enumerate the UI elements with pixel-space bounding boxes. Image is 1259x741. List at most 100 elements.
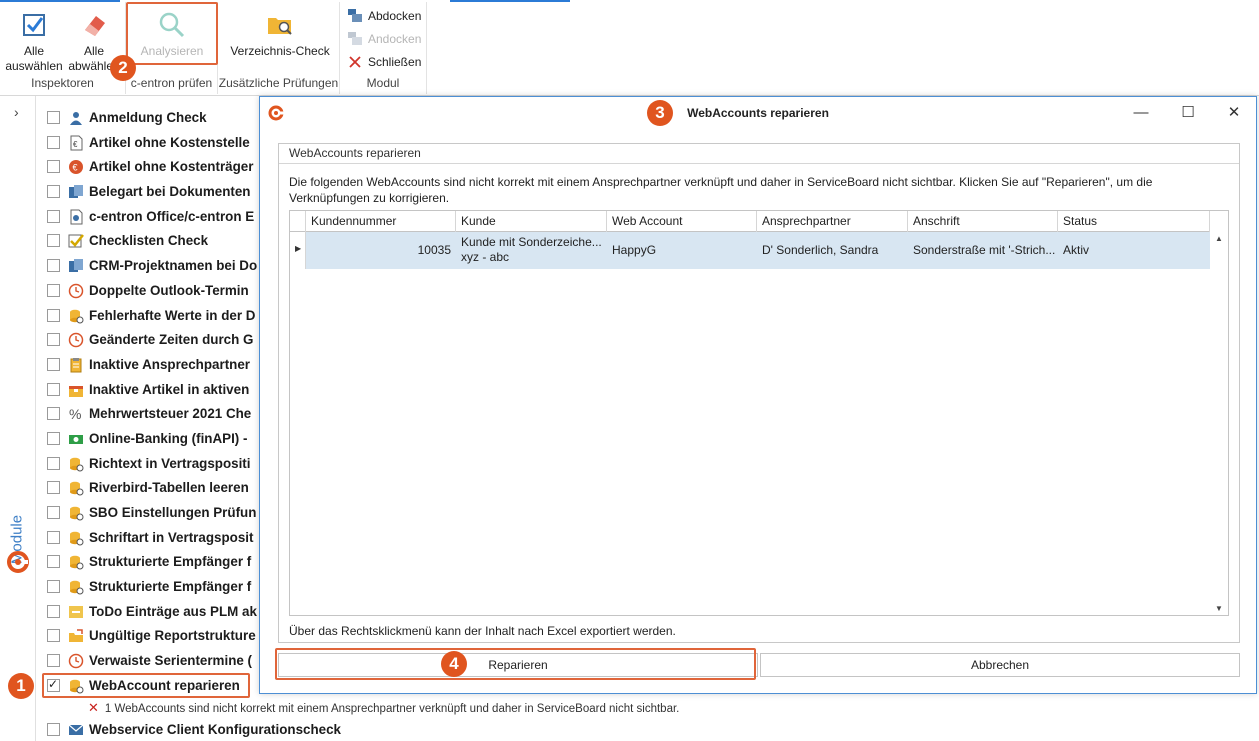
column-header-kunde[interactable]: Kunde [456, 211, 607, 232]
column-header-status[interactable]: Status [1058, 211, 1210, 232]
inspector-checkbox[interactable] [47, 629, 60, 643]
inspector-list: Anmeldung Check € Artikel ohne Kostenstell… [42, 106, 262, 699]
maximize-button[interactable]: ☐ [1178, 103, 1198, 123]
inspector-checkbox[interactable] [47, 283, 60, 297]
note-icon [69, 605, 83, 618]
dialog-title: WebAccounts reparieren [687, 106, 829, 120]
table-row[interactable]: ▶ 10035 Kunde mit Sonderzeiche... xyz - … [290, 232, 1210, 269]
inspector-item[interactable]: Webservice Client Konfigurationscheck [42, 718, 442, 741]
inspector-checkbox[interactable] [47, 333, 60, 347]
inspector-item[interactable]: € Artikel ohne Kostenstelle [42, 131, 262, 156]
repair-button[interactable]: Reparieren [278, 653, 758, 677]
ribbon-tab-indicator [450, 0, 570, 2]
grid-scrollbar[interactable]: ▲ ▼ [1210, 232, 1228, 615]
inspector-label: Schriftart in Vertragsposit [89, 529, 254, 545]
inspector-item[interactable]: Richtext in Vertragspositi [42, 452, 262, 477]
inspector-item[interactable]: c-entron Office/c-entron E [42, 205, 262, 230]
close-module-button[interactable]: Schließen [348, 52, 421, 72]
inspector-item[interactable]: € Artikel ohne Kostenträger [42, 155, 262, 180]
select-all-button[interactable]: Alle auswählen [4, 6, 64, 74]
webaccounts-grid[interactable]: Kundennummer Kunde Web Account Ansprechp… [289, 210, 1229, 616]
cell-status[interactable]: Aktiv [1058, 232, 1210, 269]
scroll-up-icon[interactable]: ▲ [1215, 234, 1223, 243]
inspector-checkbox[interactable] [47, 357, 60, 371]
directory-check-button[interactable]: Verzeichnis-Check [224, 6, 336, 59]
chevron-right-icon[interactable]: › [14, 104, 19, 120]
inspector-item[interactable]: WebAccount reparieren [42, 674, 262, 699]
dialog-titlebar[interactable]: WebAccounts reparieren — ☐ ✕ [260, 97, 1256, 129]
cell-kundennummer[interactable]: 10035 [306, 232, 456, 269]
ribbon-group-centron: Analysieren c-entron prüfen [126, 2, 218, 94]
inspector-item[interactable]: Doppelte Outlook-Termin [42, 279, 262, 304]
inspector-checkbox[interactable] [47, 135, 60, 149]
inspector-item[interactable]: Verwaiste Serientermine ( [42, 649, 262, 674]
inspector-item[interactable]: Online-Banking (finAPI) - [42, 427, 262, 452]
inspector-item[interactable]: Schriftart in Vertragsposit [42, 526, 262, 551]
inspector-checkbox[interactable] [47, 111, 60, 124]
minimize-button[interactable]: — [1131, 103, 1151, 123]
inspector-checkbox[interactable] [47, 530, 60, 544]
inspector-checkbox[interactable] [47, 382, 60, 396]
inspector-item[interactable]: Riverbird-Tabellen leeren [42, 476, 262, 501]
export-hint: Über das Rechtsklickmenü kann der Inhalt… [289, 624, 676, 638]
inspector-item[interactable]: Inaktive Artikel in aktiven [42, 378, 262, 403]
inspector-label: Richtext in Vertragspositi [89, 455, 251, 471]
cancel-button[interactable]: Abbrechen [760, 653, 1240, 677]
inspector-checkbox[interactable] [47, 654, 60, 668]
undock-button[interactable]: Abdocken [348, 6, 421, 26]
inspector-item[interactable]: CRM-Projektnamen bei Do [42, 254, 262, 279]
inspector-checkbox[interactable] [47, 209, 60, 223]
inspector-checkbox[interactable] [47, 234, 60, 248]
cell-anschrift[interactable]: Sonderstraße mit '-Strich... [908, 232, 1058, 269]
module-sidebar[interactable]: › Module [0, 96, 36, 741]
inspector-item[interactable]: Checklisten Check [42, 229, 262, 254]
inspector-checkbox[interactable] [47, 185, 60, 199]
column-header-ansprechpartner[interactable]: Ansprechpartner [757, 211, 908, 232]
row-selector[interactable]: ▶ [290, 232, 306, 269]
inspector-checkbox[interactable] [47, 160, 60, 174]
grid-header: Kundennummer Kunde Web Account Ansprechp… [290, 211, 1210, 232]
inspector-checkbox[interactable] [47, 555, 60, 569]
database-icon [70, 556, 84, 570]
analyze-button[interactable]: Analysieren [130, 6, 214, 59]
inspector-item[interactable]: Geänderte Zeiten durch G [42, 328, 262, 353]
inspector-item[interactable]: % Mehrwertsteuer 2021 Che [42, 402, 262, 427]
magnifier-icon [159, 12, 185, 38]
inspector-item[interactable]: Anmeldung Check [42, 106, 262, 131]
inspector-checkbox[interactable] [47, 723, 60, 736]
inspector-label: Webservice Client Konfigurationscheck [89, 722, 342, 737]
inspector-checkbox[interactable] [47, 407, 60, 421]
cell-ansprechpartner[interactable]: D' Sonderlich, Sandra [757, 232, 908, 269]
inspector-checkbox[interactable] [47, 259, 60, 273]
column-header-kundennummer[interactable]: Kundennummer [306, 211, 456, 232]
inspector-checkbox[interactable] [47, 604, 60, 618]
inspector-checkbox[interactable] [47, 506, 60, 519]
cell-web-account[interactable]: HappyG [607, 232, 757, 269]
inspector-checkbox[interactable] [47, 308, 60, 322]
svg-text:€: € [73, 163, 78, 173]
cell-kunde[interactable]: Kunde mit Sonderzeiche... xyz - abc [456, 232, 607, 269]
inspector-checkbox[interactable] [47, 580, 60, 594]
inspector-label: Mehrwertsteuer 2021 Che [89, 406, 252, 422]
callout-number-4: 4 [441, 651, 467, 677]
scroll-down-icon[interactable]: ▼ [1215, 604, 1223, 613]
inspector-item[interactable]: Strukturierte Empfänger f [42, 550, 262, 575]
inspector-item[interactable]: Strukturierte Empfänger f [42, 575, 262, 600]
inspector-item[interactable]: Fehlerhafte Werte in der D [42, 304, 262, 329]
inspector-label: Checklisten Check [89, 233, 209, 249]
inspector-item[interactable]: Belegart bei Dokumenten [42, 180, 262, 205]
inspector-checkbox[interactable] [47, 431, 60, 445]
inspector-item[interactable]: SBO Einstellungen Prüfun [42, 501, 262, 526]
inspector-checkbox[interactable] [47, 481, 60, 495]
select-all-label: Alle auswählen [5, 44, 63, 73]
column-header-web-account[interactable]: Web Account [607, 211, 757, 232]
inspector-item[interactable]: Ungültige Reportstrukture [42, 624, 262, 649]
column-header-anschrift[interactable]: Anschrift [908, 211, 1058, 232]
dock-button[interactable]: Andocken [348, 29, 421, 49]
inspector-item[interactable]: Inaktive Ansprechpartner [42, 353, 262, 378]
inspector-checkbox[interactable] [47, 456, 60, 470]
inspector-checkbox[interactable] [47, 677, 60, 692]
ribbon-group-label: Inspektoren [31, 76, 94, 90]
close-dialog-button[interactable]: ✕ [1224, 103, 1244, 123]
inspector-item[interactable]: ToDo Einträge aus PLM ak [42, 600, 262, 625]
